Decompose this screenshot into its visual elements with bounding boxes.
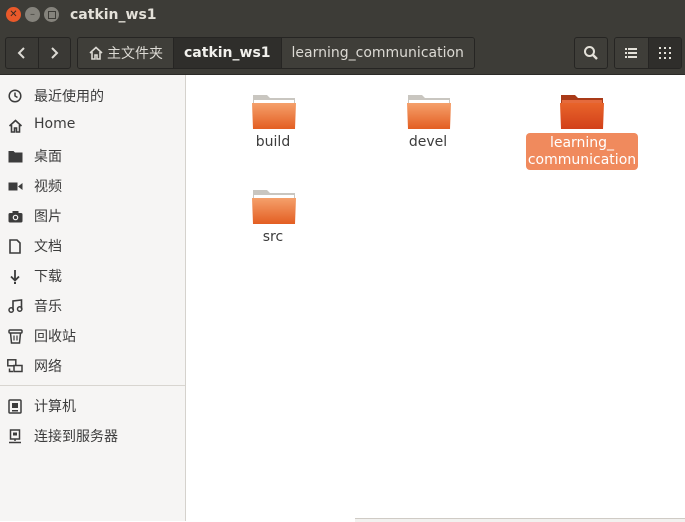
breadcrumb-catkin-ws1-label: catkin_ws1: [184, 45, 271, 61]
sidebar-item-music[interactable]: 音乐: [0, 291, 185, 321]
folder-label: build: [255, 134, 291, 150]
navigation-buttons: [5, 37, 71, 69]
sidebar-item-label: 最近使用的: [34, 89, 104, 105]
sidebar-item-label: 图片: [34, 209, 62, 225]
computer-icon: [7, 398, 23, 414]
close-window-button[interactable]: ✕: [6, 7, 21, 22]
server-icon: [7, 428, 23, 444]
folder-icon: [7, 148, 23, 164]
search-icon: [584, 46, 598, 60]
list-icon: [625, 48, 638, 58]
view-mode-buttons: [614, 37, 682, 69]
sidebar-item-recent[interactable]: 最近使用的: [0, 81, 185, 111]
network-icon: [7, 358, 23, 374]
music-icon: [7, 298, 23, 314]
header-toolbar: 主文件夹 catkin_ws1 learning_communication: [0, 32, 685, 75]
folder-label-line-1: learning_: [549, 135, 615, 151]
sidebar-item-label: 音乐: [34, 299, 62, 315]
minimize-window-button[interactable]: –: [25, 7, 40, 22]
window-title: catkin_ws1: [70, 7, 157, 23]
video-icon: [7, 178, 23, 194]
home-icon: [7, 118, 23, 134]
sidebar-item-downloads[interactable]: 下载: [0, 261, 185, 291]
clock-icon: [7, 88, 23, 104]
forward-button[interactable]: [37, 38, 71, 68]
folder-label: devel: [408, 134, 448, 150]
sidebar-item-label: 视频: [34, 179, 62, 195]
status-bar-edge: [355, 518, 685, 522]
folder-label: learning_ communication: [526, 133, 638, 170]
sidebar-item-documents[interactable]: 文档: [0, 231, 185, 261]
sidebar-item-label: 桌面: [34, 149, 62, 165]
sidebar-item-label: 计算机: [34, 399, 76, 415]
folder-item-build[interactable]: build: [213, 75, 333, 165]
file-view: build devel learning_ communication src: [186, 75, 685, 521]
sidebar-item-desktop[interactable]: 桌面: [0, 141, 185, 171]
folder-item-src[interactable]: src: [213, 170, 333, 260]
sidebar-item-videos[interactable]: 视频: [0, 171, 185, 201]
trash-icon: [7, 328, 23, 344]
title-bar: ✕ – catkin_ws1: [0, 0, 685, 32]
camera-icon: [7, 208, 23, 224]
sidebar-item-network[interactable]: 网络: [0, 351, 185, 381]
home-icon: [88, 46, 104, 60]
sidebar-item-home[interactable]: Home: [0, 111, 185, 141]
chevron-left-icon: [17, 47, 25, 59]
sidebar-item-pictures[interactable]: 图片: [0, 201, 185, 231]
download-icon: [7, 268, 23, 284]
maximize-icon: [47, 10, 56, 19]
sidebar-item-label: 下载: [34, 269, 62, 285]
grid-icon: [658, 47, 671, 59]
sidebar-item-label: 回收站: [34, 329, 76, 345]
sidebar: 最近使用的 Home 桌面 视频 图片 文档 下载 音乐 回收站 网络 计算机: [0, 75, 186, 521]
folder-label: src: [262, 229, 284, 245]
breadcrumb-home[interactable]: 主文件夹: [78, 38, 173, 68]
sidebar-item-trash[interactable]: 回收站: [0, 321, 185, 351]
breadcrumb-home-label: 主文件夹: [107, 46, 163, 62]
folder-item-learning-communication[interactable]: learning_ communication: [516, 75, 638, 170]
folder-icon: [252, 190, 296, 224]
close-icon: ✕: [9, 8, 18, 20]
sidebar-item-label: 文档: [34, 239, 62, 255]
grid-view-button[interactable]: [647, 38, 681, 68]
minimize-icon: –: [30, 8, 35, 20]
folder-icon: [407, 95, 451, 129]
sidebar-item-label: 连接到服务器: [34, 429, 118, 445]
folder-label-line-2: communication: [527, 152, 637, 168]
sidebar-item-label: Home: [34, 116, 76, 132]
list-view-button[interactable]: [615, 38, 648, 68]
document-icon: [7, 238, 23, 254]
maximize-window-button[interactable]: [44, 7, 59, 22]
sidebar-item-computer[interactable]: 计算机: [0, 391, 185, 421]
search-button[interactable]: [574, 37, 608, 69]
breadcrumb-learning-communication-label: learning_communication: [291, 45, 464, 61]
breadcrumb-learning-communication[interactable]: learning_communication: [280, 38, 474, 68]
chevron-right-icon: [51, 47, 59, 59]
sidebar-item-connect-server[interactable]: 连接到服务器: [0, 421, 185, 451]
folder-item-devel[interactable]: devel: [368, 75, 488, 165]
back-button[interactable]: [6, 38, 38, 68]
breadcrumb-catkin-ws1[interactable]: catkin_ws1: [173, 38, 281, 68]
breadcrumb: 主文件夹 catkin_ws1 learning_communication: [77, 37, 475, 69]
sidebar-divider: [0, 385, 185, 386]
folder-icon: [560, 95, 604, 129]
sidebar-item-label: 网络: [34, 359, 62, 375]
folder-icon: [252, 95, 296, 129]
